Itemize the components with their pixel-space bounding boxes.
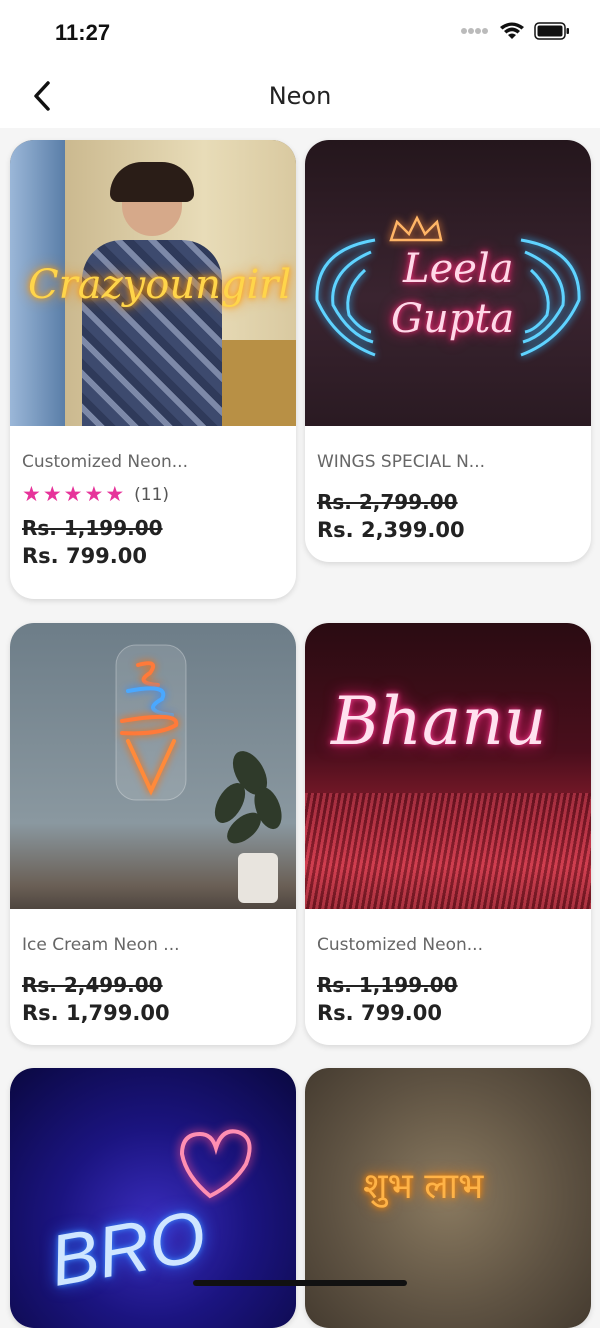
star-icon: ★ bbox=[63, 483, 83, 506]
product-card[interactable]: Bhanu Customized Neon... Rs. 1,199.00 Rs… bbox=[305, 623, 591, 1045]
home-indicator[interactable] bbox=[193, 1280, 407, 1286]
neon-text-line-2: Gupta bbox=[391, 296, 515, 342]
original-price: Rs. 1,199.00 bbox=[317, 973, 458, 997]
product-title: Ice Cream Neon ... bbox=[22, 935, 180, 955]
product-image: BRO bbox=[10, 1068, 296, 1328]
chevron-left-icon bbox=[34, 81, 50, 111]
original-price: Rs. 1,199.00 bbox=[22, 516, 163, 540]
product-card[interactable]: BRO bbox=[10, 1068, 296, 1328]
neon-ice-cream-graphic bbox=[115, 644, 282, 903]
star-icon: ★ bbox=[84, 483, 104, 506]
star-icon: ★ bbox=[42, 483, 62, 506]
product-card[interactable]: Leela Gupta WINGS SPECIAL N... Rs. 2,799… bbox=[305, 140, 591, 562]
neon-text: Crazyoungirl bbox=[28, 262, 292, 308]
status-time: 11:27 bbox=[55, 20, 111, 45]
signal-dots-icon bbox=[461, 28, 488, 34]
product-image bbox=[10, 623, 296, 909]
product-title: Customized Neon... bbox=[22, 452, 188, 472]
status-icons bbox=[460, 22, 570, 40]
neon-text: Bhanu bbox=[331, 683, 547, 760]
product-rating: ★ ★ ★ ★ ★ (11) bbox=[22, 484, 284, 506]
sale-price: Rs. 799.00 bbox=[317, 1001, 442, 1025]
neon-text-line-1: Leela bbox=[403, 246, 514, 292]
status-bar: 11:27 bbox=[0, 0, 600, 64]
star-icon: ★ bbox=[105, 483, 125, 506]
page-title: Neon bbox=[268, 82, 332, 110]
product-image: शुभ लाभ bbox=[305, 1068, 591, 1328]
sale-price: Rs. 799.00 bbox=[22, 544, 147, 568]
star-icon: ★ bbox=[22, 483, 41, 506]
rating-count: (11) bbox=[134, 485, 170, 505]
neon-heart-graphic bbox=[179, 1129, 252, 1199]
original-price: Rs. 2,799.00 bbox=[317, 490, 458, 514]
nav-bar: Neon bbox=[0, 64, 600, 128]
wifi-icon bbox=[500, 22, 524, 39]
product-title: Customized Neon... bbox=[317, 935, 483, 955]
product-card[interactable]: शुभ लाभ bbox=[305, 1068, 591, 1328]
product-card[interactable]: Ice Cream Neon ... Rs. 2,499.00 Rs. 1,79… bbox=[10, 623, 296, 1045]
neon-text: शुभ लाभ bbox=[363, 1166, 484, 1207]
sale-price: Rs. 1,799.00 bbox=[22, 1001, 170, 1025]
battery-icon bbox=[534, 22, 569, 40]
original-price: Rs. 2,499.00 bbox=[22, 973, 163, 997]
sale-price: Rs. 2,399.00 bbox=[317, 518, 465, 542]
back-button[interactable] bbox=[22, 76, 62, 116]
product-image: Leela Gupta bbox=[305, 140, 591, 426]
product-image: Bhanu bbox=[305, 623, 591, 909]
product-image: Crazyoungirl bbox=[10, 140, 296, 426]
product-card[interactable]: Crazyoungirl Customized Neon... ★ ★ ★ ★ … bbox=[10, 140, 296, 599]
product-title: WINGS SPECIAL N... bbox=[317, 452, 486, 472]
